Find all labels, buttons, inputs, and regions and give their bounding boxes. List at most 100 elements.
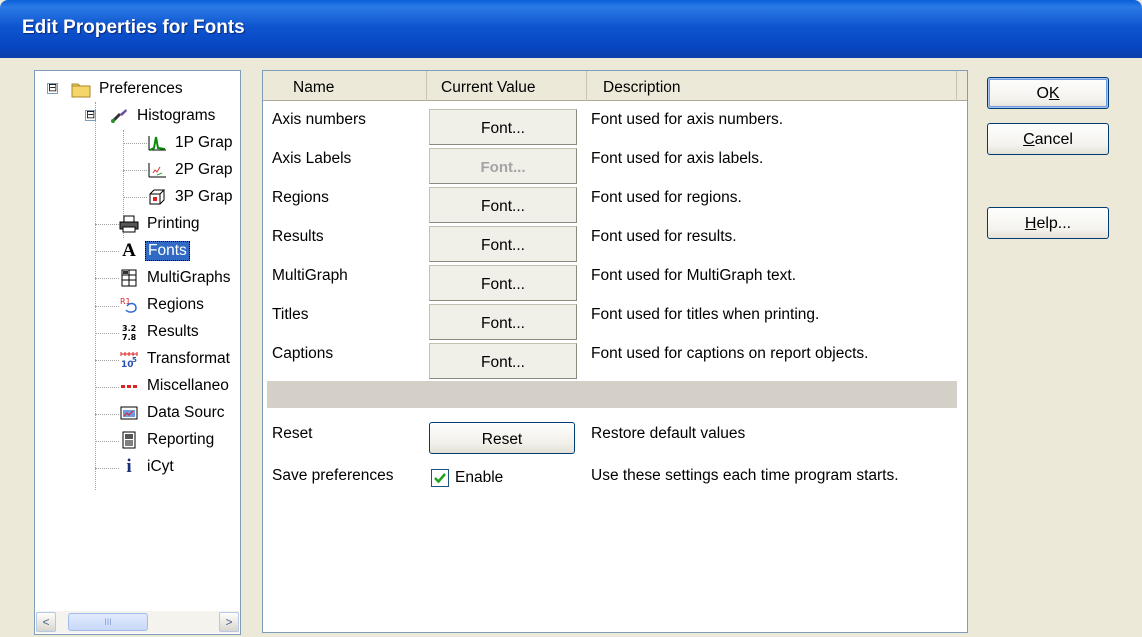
axis-numbers-font-button[interactable]: Font... (429, 109, 577, 145)
titles-font-button[interactable]: Font... (429, 304, 577, 340)
3p-graph-icon (147, 188, 167, 206)
grid-header: Name Current Value Description (263, 71, 967, 101)
tree-item-3p-graph[interactable]: 3P Grap (147, 186, 234, 208)
miscellaneous-icon (119, 377, 139, 395)
tree-item-2p-graph[interactable]: 2P Grap (147, 159, 234, 181)
row-label-results: Results (272, 228, 324, 245)
preferences-tree[interactable]: ⊟ Preferences ⊟ Histograms 1P Grap 2P Gr… (34, 70, 241, 635)
tree-item-fonts[interactable]: A Fonts (119, 240, 190, 262)
row-desc-captions: Font used for captions on report objects… (591, 345, 869, 362)
transformation-icon: 10 5 (119, 350, 139, 370)
row-desc-reset: Restore default values (591, 425, 746, 442)
ok-label-part: O (1036, 85, 1049, 102)
ok-button[interactable]: OK (987, 77, 1109, 109)
tree-item-multigraphs[interactable]: MultiGraphs (119, 267, 233, 289)
properties-grid: Name Current Value Description Axis numb… (262, 70, 968, 633)
info-icon: i (126, 456, 132, 477)
cancel-button[interactable]: Cancel (987, 123, 1109, 155)
row-label-regions: Regions (272, 189, 329, 206)
tree-item-reporting[interactable]: Reporting (119, 429, 216, 451)
tree-label: Reporting (147, 431, 215, 448)
row-desc-multigraph: Font used for MultiGraph text. (591, 267, 797, 284)
tree-label: MultiGraphs (147, 269, 231, 286)
tree-label: 3P Grap (175, 188, 233, 205)
tree-label: iCyt (147, 458, 174, 475)
captions-font-button[interactable]: Font... (429, 343, 577, 379)
reporting-icon (119, 431, 139, 449)
preferences-expander[interactable]: ⊟ (47, 83, 58, 94)
axis-labels-font-button[interactable]: Font... (429, 148, 577, 184)
tree-label-preferences: Preferences (99, 80, 183, 97)
row-label-captions: Captions (272, 345, 334, 362)
tree-item-printing[interactable]: Printing (119, 213, 202, 235)
row-label-reset: Reset (272, 425, 313, 442)
tree-item-transformations[interactable]: 10 5 Transformat (119, 348, 232, 370)
tree-label: 1P Grap (175, 134, 233, 151)
enable-checkbox[interactable] (431, 469, 449, 487)
multigraph-font-button[interactable]: Font... (429, 265, 577, 301)
row-desc-save-preferences: Use these settings each time program sta… (591, 467, 899, 484)
title-bar[interactable]: Edit Properties for Fonts (0, 0, 1142, 58)
tree-item-regions[interactable]: R1 Regions (119, 294, 206, 316)
data-source-icon (119, 404, 139, 422)
column-header-description[interactable]: Description (587, 71, 957, 101)
section-separator (267, 381, 957, 408)
tree-item-preferences[interactable]: Preferences (71, 78, 185, 100)
help-button[interactable]: Help... (987, 207, 1109, 239)
scroll-thumb[interactable]: III (68, 613, 148, 631)
row-label-save-preferences: Save preferences (272, 467, 394, 484)
tree-label: Transformat (147, 350, 230, 367)
printer-icon (119, 215, 139, 233)
scroll-right-button[interactable]: > (219, 612, 239, 632)
column-header-name[interactable]: Name (263, 71, 427, 101)
tree-label-histograms: Histograms (137, 107, 216, 124)
paintbrush-icon (109, 107, 129, 125)
tree-label: Regions (147, 296, 204, 313)
svg-text:3.2: 3.2 (122, 324, 136, 333)
tree-item-results[interactable]: 3.2 7.8 Results (119, 321, 201, 343)
row-label-titles: Titles (272, 306, 309, 323)
row-desc-titles: Font used for titles when printing. (591, 306, 820, 323)
reset-button[interactable]: Reset (429, 422, 575, 454)
tree-label: Printing (147, 215, 200, 232)
multigraph-icon (119, 269, 139, 287)
help-label-rest: elp... (1036, 215, 1072, 232)
tree-item-miscellaneous[interactable]: Miscellaneo (119, 375, 231, 397)
row-label-axis-numbers: Axis numbers (272, 111, 366, 128)
regions-icon: R1 (119, 296, 139, 314)
window-title: Edit Properties for Fonts (22, 17, 245, 38)
cancel-mnemonic: C (1023, 131, 1035, 148)
tree-label: Results (147, 323, 199, 340)
1p-graph-icon (147, 134, 167, 152)
2p-graph-icon (147, 161, 167, 179)
tree-label: 2P Grap (175, 161, 233, 178)
results-icon: 3.2 7.8 (119, 323, 139, 342)
scroll-left-button[interactable]: < (36, 612, 56, 632)
row-desc-axis-numbers: Font used for axis numbers. (591, 111, 784, 128)
tree-item-icyt[interactable]: i iCyt (119, 456, 176, 478)
row-desc-results: Font used for results. (591, 228, 737, 245)
checkmark-icon (434, 473, 446, 484)
svg-text:7.8: 7.8 (122, 333, 137, 341)
regions-font-button[interactable]: Font... (429, 187, 577, 223)
enable-checkbox-label[interactable]: Enable (455, 469, 503, 487)
tree-label: Data Sourc (147, 404, 225, 421)
histograms-expander[interactable]: ⊟ (85, 110, 96, 121)
help-mnemonic: H (1024, 215, 1037, 232)
row-desc-regions: Font used for regions. (591, 189, 742, 206)
ok-mnemonic: K (1048, 85, 1060, 102)
column-header-current-value[interactable]: Current Value (427, 71, 587, 101)
row-desc-axis-labels: Font used for axis labels. (591, 150, 764, 167)
tree-item-histograms[interactable]: Histograms (109, 105, 217, 127)
tree-item-data-source[interactable]: Data Sourc (119, 402, 227, 424)
font-icon: A (122, 240, 136, 261)
tree-label: Fonts (145, 241, 190, 261)
row-label-multigraph: MultiGraph (272, 267, 348, 284)
row-label-axis-labels: Axis Labels (272, 150, 352, 167)
tree-label: Miscellaneo (147, 377, 229, 394)
results-font-button[interactable]: Font... (429, 226, 577, 262)
tree-item-1p-graph[interactable]: 1P Grap (147, 132, 234, 154)
cancel-label-rest: ancel (1034, 131, 1073, 148)
tree-horizontal-scrollbar[interactable]: < III > (36, 611, 239, 633)
svg-text:5: 5 (132, 356, 137, 364)
